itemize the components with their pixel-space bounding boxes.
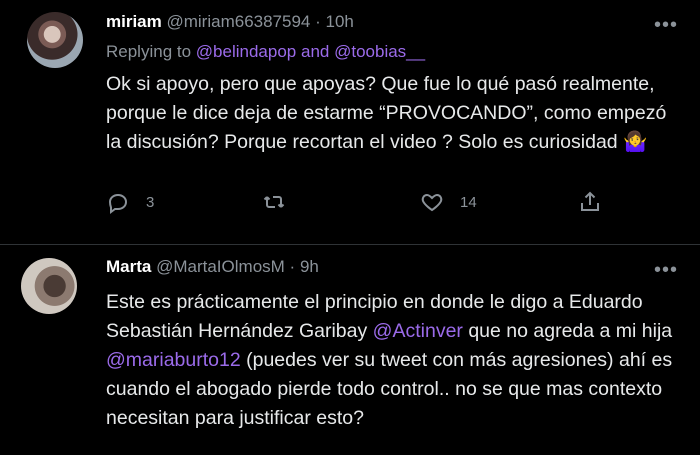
tweet-header: Marta @MartaIOlmosM · 9h bbox=[106, 257, 319, 277]
reply-button[interactable]: 3 bbox=[106, 190, 154, 214]
tweet-header: miriam @miriam66387594 · 10h bbox=[106, 12, 354, 32]
retweet-button[interactable] bbox=[262, 190, 286, 214]
share-button[interactable] bbox=[578, 190, 602, 214]
retweet-icon bbox=[263, 196, 285, 208]
tweet[interactable]: miriam @miriam66387594 · 10h ••• Replyin… bbox=[0, 0, 700, 244]
like-button[interactable]: 14 bbox=[420, 190, 477, 214]
separator: · bbox=[289, 257, 296, 276]
tweet-actions: 3 14 bbox=[106, 190, 626, 220]
mention-link[interactable]: @Actinver bbox=[373, 320, 463, 342]
mention-link[interactable]: @belindapop bbox=[196, 42, 296, 61]
timestamp[interactable]: 10h bbox=[326, 12, 354, 31]
heart-icon bbox=[421, 193, 443, 212]
timestamp[interactable]: 9h bbox=[300, 257, 319, 276]
separator: · bbox=[315, 12, 321, 31]
reply-icon bbox=[108, 193, 128, 214]
reply-count: 3 bbox=[146, 193, 155, 211]
display-name[interactable]: Marta bbox=[106, 257, 151, 276]
mention-link[interactable]: @mariaburto12 bbox=[106, 349, 241, 371]
user-handle[interactable]: @miriam66387594 bbox=[166, 12, 310, 31]
tweet-text: Este es prácticamente el principio en do… bbox=[106, 288, 676, 433]
share-icon bbox=[581, 191, 599, 211]
replying-label: Replying to bbox=[106, 42, 192, 61]
replying-and[interactable]: and bbox=[301, 42, 329, 61]
like-count: 14 bbox=[460, 193, 477, 211]
user-handle[interactable]: @MartaIOlmosM bbox=[156, 257, 285, 276]
tweet-text: Ok si apoyo, pero que apoyas? Que fue lo… bbox=[106, 73, 667, 153]
replying-to: Replying to @belindapop and @toobias__ bbox=[106, 42, 425, 62]
more-icon[interactable]: ••• bbox=[654, 14, 678, 37]
avatar[interactable] bbox=[21, 258, 77, 314]
more-icon[interactable]: ••• bbox=[654, 259, 678, 282]
tweet-text-part: que no agreda a mi hija bbox=[462, 320, 673, 342]
display-name[interactable]: miriam bbox=[106, 12, 162, 31]
mention-link[interactable]: @toobias__ bbox=[334, 42, 425, 61]
tweet[interactable]: Marta @MartaIOlmosM · 9h ••• Este es prá… bbox=[0, 245, 700, 455]
avatar[interactable] bbox=[27, 12, 83, 68]
